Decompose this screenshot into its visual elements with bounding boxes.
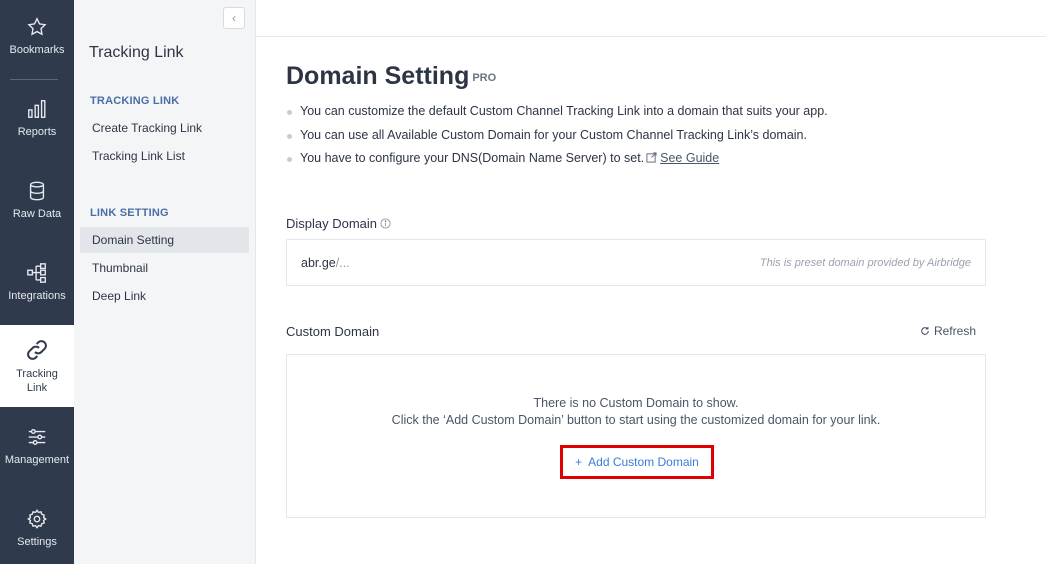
chevron-left-icon: ‹ bbox=[232, 11, 236, 25]
empty-state-description: Click the ‘Add Custom Domain’ button to … bbox=[391, 413, 881, 427]
rail-item-raw-data[interactable]: Raw Data bbox=[0, 180, 74, 221]
display-domain-hint: This is preset domain provided by Airbri… bbox=[759, 257, 971, 269]
flow-icon bbox=[27, 263, 46, 283]
link-icon bbox=[27, 340, 47, 360]
gear-icon bbox=[27, 509, 47, 529]
plus-icon: + bbox=[575, 455, 583, 469]
pro-badge: PRO bbox=[472, 72, 497, 84]
external-link-icon bbox=[646, 152, 657, 163]
rail-item-settings[interactable]: Settings bbox=[0, 508, 74, 549]
info-bullet-text: You have to configure your DNS(Domain Na… bbox=[300, 151, 645, 165]
tracking-link-subnav: ‹ Tracking Link TRACKING LINK Create Tra… bbox=[74, 0, 256, 564]
add-custom-domain-label: Add Custom Domain bbox=[588, 455, 699, 469]
main-nav-rail: Bookmarks Reports Raw Data Integrations … bbox=[0, 0, 74, 564]
refresh-icon bbox=[921, 326, 929, 335]
rail-item-management[interactable]: Management bbox=[0, 426, 74, 467]
nav-item-deep-link[interactable]: Deep Link bbox=[80, 283, 249, 309]
page-title-text: Domain Setting bbox=[286, 62, 470, 90]
info-icon[interactable] bbox=[380, 218, 391, 229]
rail-item-label: Bookmarks bbox=[9, 44, 65, 56]
custom-domain-box: There is no Custom Domain to show. Click… bbox=[286, 354, 986, 518]
info-bullet-text: You can customize the default Custom Cha… bbox=[300, 104, 828, 118]
star-icon bbox=[27, 17, 47, 36]
display-domain-box: abr.ge/... This is preset domain provide… bbox=[286, 239, 986, 286]
display-domain-label-text: Display Domain bbox=[286, 216, 378, 231]
section-label-link-setting: LINK SETTING bbox=[90, 207, 169, 219]
info-bullet: You have to configure your DNS(Domain Na… bbox=[286, 147, 986, 171]
empty-state-title: There is no Custom Domain to show. bbox=[533, 396, 739, 410]
bar-chart-icon bbox=[28, 100, 46, 118]
refresh-button-label: Refresh bbox=[933, 324, 976, 338]
info-bullet-list: You can customize the default Custom Cha… bbox=[286, 100, 986, 171]
display-domain-host: abr.ge bbox=[301, 256, 336, 270]
rail-item-label: Link bbox=[26, 382, 48, 394]
top-header-bar bbox=[256, 0, 1046, 37]
rail-item-label: Tracking bbox=[16, 368, 58, 380]
rail-item-bookmarks[interactable]: Bookmarks bbox=[0, 16, 74, 57]
rail-item-tracking-link[interactable]: Tracking Link bbox=[0, 325, 74, 407]
info-bullet: You can customize the default Custom Cha… bbox=[286, 100, 986, 124]
rail-item-label: Reports bbox=[17, 126, 57, 138]
info-bullet: You can use all Available Custom Domain … bbox=[286, 124, 986, 148]
rail-item-label: Management bbox=[4, 454, 70, 466]
nav-item-thumbnail[interactable]: Thumbnail bbox=[80, 255, 249, 281]
display-domain-value: abr.ge/... bbox=[301, 256, 350, 270]
sliders-icon bbox=[28, 428, 46, 446]
add-custom-domain-button[interactable]: + Add Custom Domain bbox=[560, 445, 714, 479]
refresh-button[interactable]: Refresh bbox=[920, 324, 976, 338]
nav-item-tracking-link-list[interactable]: Tracking Link List bbox=[80, 143, 249, 169]
page-title: Domain Setting PRO bbox=[286, 62, 496, 91]
rail-item-reports[interactable]: Reports bbox=[0, 98, 74, 139]
custom-domain-label: Custom Domain bbox=[286, 324, 380, 339]
database-icon bbox=[29, 181, 45, 201]
app-window: Bookmarks Reports Raw Data Integrations … bbox=[0, 0, 1046, 564]
display-domain-label: Display Domain bbox=[286, 216, 391, 231]
collapse-sidebar-button[interactable]: ‹ bbox=[223, 7, 245, 29]
info-bullet-text: You can use all Available Custom Domain … bbox=[300, 127, 807, 142]
rail-item-label: Settings bbox=[17, 536, 57, 548]
subnav-title: Tracking Link bbox=[89, 44, 184, 61]
rail-item-label: Integrations bbox=[8, 290, 66, 302]
nav-item-create-tracking-link[interactable]: Create Tracking Link bbox=[80, 115, 249, 141]
rail-divider bbox=[10, 79, 58, 80]
rail-item-integrations[interactable]: Integrations bbox=[0, 262, 74, 303]
display-domain-suffix: /... bbox=[335, 256, 350, 270]
section-label-tracking-link: TRACKING LINK bbox=[90, 95, 180, 107]
see-guide-link[interactable]: See Guide bbox=[660, 151, 719, 165]
rail-item-label: Raw Data bbox=[12, 208, 62, 220]
nav-item-domain-setting[interactable]: Domain Setting bbox=[80, 227, 249, 253]
